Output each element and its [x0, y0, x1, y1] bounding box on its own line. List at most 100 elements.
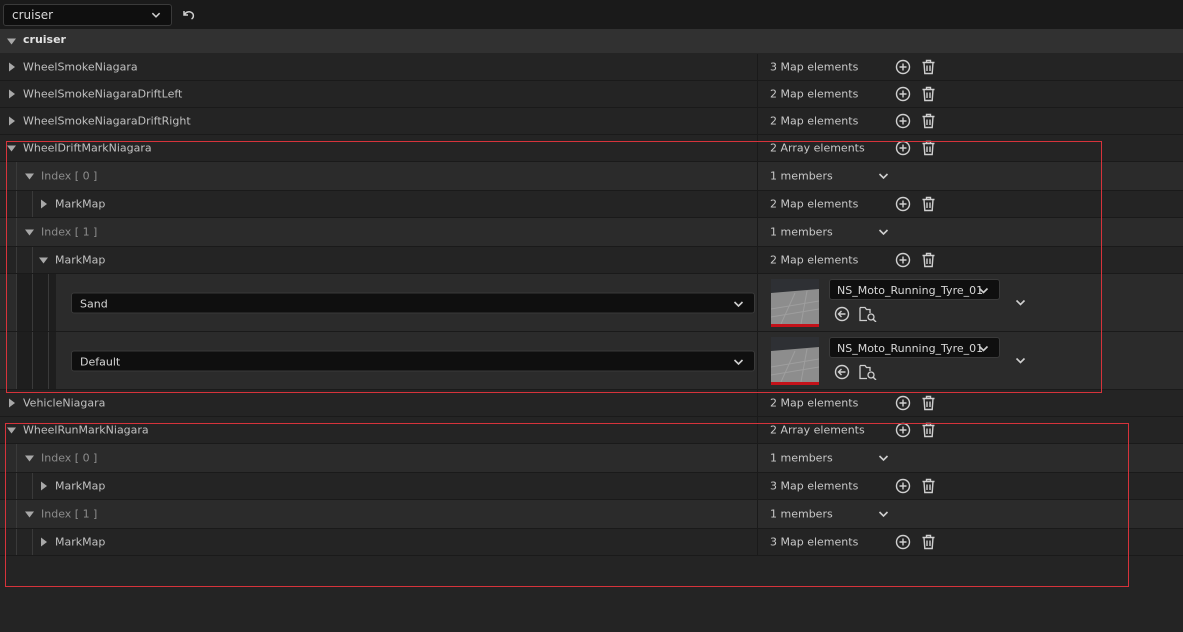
column-divider[interactable]: [757, 81, 758, 107]
column-divider[interactable]: [757, 54, 758, 80]
add-element-icon[interactable]: [895, 59, 911, 75]
column-divider[interactable]: [757, 390, 758, 416]
property-value: 2 Array elements: [770, 423, 865, 437]
add-element-icon[interactable]: [895, 478, 911, 494]
column-divider[interactable]: [757, 500, 758, 528]
collapsed-arrow-icon[interactable]: [39, 538, 48, 547]
delete-icon[interactable]: [921, 534, 936, 550]
indent-guide: [48, 274, 49, 331]
add-element-icon[interactable]: [895, 196, 911, 212]
collapsed-arrow-icon[interactable]: [39, 482, 48, 491]
map-key-combo[interactable]: Default: [71, 350, 755, 371]
map-entry-row[interactable]: Sand NS_Moto_Running_Tyre_01: [0, 274, 1183, 332]
indent-guide: [16, 162, 17, 190]
column-divider[interactable]: [757, 274, 758, 331]
undo-icon[interactable]: [181, 7, 197, 23]
column-divider[interactable]: [757, 444, 758, 472]
property-row-wheel-smoke-right[interactable]: WheelSmokeNiagaraDriftRight 2 Map elemen…: [0, 108, 1183, 135]
chevron-down-icon[interactable]: [878, 453, 889, 464]
expanded-arrow-icon[interactable]: [25, 228, 34, 237]
column-divider[interactable]: [757, 247, 758, 273]
asset-thumbnail[interactable]: [771, 337, 819, 385]
column-divider[interactable]: [757, 332, 758, 389]
indent-guide: [16, 191, 17, 217]
add-element-icon[interactable]: [895, 252, 911, 268]
browse-asset-icon[interactable]: [859, 364, 877, 380]
property-value: 2 Array elements: [770, 141, 865, 155]
add-element-icon[interactable]: [895, 140, 911, 156]
asset-thumbnail[interactable]: [771, 279, 819, 327]
property-row-run-mark[interactable]: WheelRunMarkNiagara 2 Array elements: [0, 417, 1183, 444]
column-divider[interactable]: [757, 108, 758, 134]
array-index-row[interactable]: Index [ 1 ] 1 members: [0, 500, 1183, 529]
chevron-down-icon[interactable]: [878, 509, 889, 520]
delete-icon[interactable]: [921, 252, 936, 268]
expand-arrow-icon[interactable]: [7, 37, 16, 46]
column-divider[interactable]: [757, 529, 758, 555]
array-index-row[interactable]: Index [ 1 ] 1 members: [0, 218, 1183, 247]
use-selected-asset-icon[interactable]: [834, 364, 850, 380]
expanded-arrow-icon[interactable]: [25, 172, 34, 181]
expanded-arrow-icon[interactable]: [39, 256, 48, 265]
asset-picker-combo[interactable]: NS_Moto_Running_Tyre_01: [829, 279, 1000, 300]
property-value: 3 Map elements: [770, 535, 859, 549]
property-value: 2 Map elements: [770, 87, 859, 101]
column-divider[interactable]: [757, 135, 758, 161]
add-element-icon[interactable]: [895, 395, 911, 411]
array-index-row[interactable]: Index [ 0 ] 1 members: [0, 444, 1183, 473]
column-divider[interactable]: [757, 162, 758, 190]
property-row-vehicle[interactable]: VehicleNiagara 2 Map elements: [0, 390, 1183, 417]
add-element-icon[interactable]: [895, 113, 911, 129]
indent-guide: [16, 444, 17, 472]
use-selected-asset-icon[interactable]: [834, 306, 850, 322]
object-selector-combo[interactable]: cruiser: [3, 4, 172, 26]
property-row-markmap[interactable]: MarkMap 3 Map elements: [0, 529, 1183, 556]
add-element-icon[interactable]: [895, 534, 911, 550]
property-row-drift-mark[interactable]: WheelDriftMarkNiagara 2 Array elements: [0, 135, 1183, 162]
collapsed-arrow-icon[interactable]: [7, 399, 16, 408]
array-index-row[interactable]: Index [ 0 ] 1 members: [0, 162, 1183, 191]
category-header[interactable]: cruiser: [0, 29, 1183, 53]
delete-icon[interactable]: [921, 478, 936, 494]
property-row-markmap[interactable]: MarkMap 2 Map elements: [0, 191, 1183, 218]
thumbnail-image: [771, 279, 819, 324]
browse-asset-icon[interactable]: [859, 306, 877, 322]
chevron-down-icon[interactable]: [1015, 297, 1026, 308]
indent-guide: [32, 247, 33, 273]
add-element-icon[interactable]: [895, 86, 911, 102]
delete-icon[interactable]: [921, 422, 936, 438]
indent-guide: [16, 529, 17, 555]
add-element-icon[interactable]: [895, 422, 911, 438]
map-key-combo[interactable]: Sand: [71, 292, 755, 313]
column-divider[interactable]: [757, 218, 758, 246]
collapsed-arrow-icon[interactable]: [7, 63, 16, 72]
column-divider[interactable]: [757, 417, 758, 443]
column-divider[interactable]: [757, 473, 758, 499]
delete-icon[interactable]: [921, 196, 936, 212]
collapsed-arrow-icon[interactable]: [7, 117, 16, 126]
expanded-arrow-icon[interactable]: [7, 426, 16, 435]
delete-icon[interactable]: [921, 86, 936, 102]
property-label: MarkMap: [55, 479, 106, 493]
toolbar: cruiser: [0, 0, 1183, 29]
delete-icon[interactable]: [921, 140, 936, 156]
asset-picker-combo[interactable]: NS_Moto_Running_Tyre_01: [829, 337, 1000, 358]
property-row-markmap[interactable]: MarkMap 2 Map elements: [0, 247, 1183, 274]
property-row-wheel-smoke-left[interactable]: WheelSmokeNiagaraDriftLeft 2 Map element…: [0, 81, 1183, 108]
property-row-markmap[interactable]: MarkMap 3 Map elements: [0, 473, 1183, 500]
delete-icon[interactable]: [921, 113, 936, 129]
chevron-down-icon[interactable]: [878, 171, 889, 182]
delete-icon[interactable]: [921, 395, 936, 411]
expanded-arrow-icon[interactable]: [7, 144, 16, 153]
collapsed-arrow-icon[interactable]: [7, 90, 16, 99]
property-label: WheelDriftMarkNiagara: [23, 141, 152, 155]
delete-icon[interactable]: [921, 59, 936, 75]
chevron-down-icon[interactable]: [878, 227, 889, 238]
expanded-arrow-icon[interactable]: [25, 510, 34, 519]
collapsed-arrow-icon[interactable]: [39, 200, 48, 209]
chevron-down-icon[interactable]: [1015, 355, 1026, 366]
map-entry-row[interactable]: Default NS_Moto_Running_Tyre_01: [0, 332, 1183, 390]
column-divider[interactable]: [757, 191, 758, 217]
property-row-wheel-smoke[interactable]: WheelSmokeNiagara 3 Map elements: [0, 54, 1183, 81]
expanded-arrow-icon[interactable]: [25, 454, 34, 463]
